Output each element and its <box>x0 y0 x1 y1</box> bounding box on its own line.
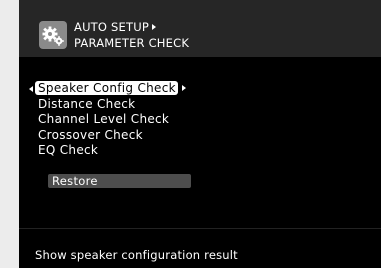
header-title-text: AUTO SETUP <box>74 20 149 34</box>
parameter-check-menu: Speaker Config Check Distance Check Chan… <box>29 81 186 159</box>
restore-button[interactable]: Restore <box>48 174 191 188</box>
menu-item-label: Distance Check <box>38 96 136 111</box>
menu-item-label: EQ Check <box>38 143 99 157</box>
menu-item-label: Crossover Check <box>38 127 143 142</box>
header-subtitle: PARAMETER CHECK <box>74 36 190 50</box>
osd-screen: AUTO SETUP PARAMETER CHECK Speaker Confi… <box>19 0 381 268</box>
menu-item-eq-check[interactable]: EQ Check <box>33 143 186 159</box>
cursor-right-arrow-icon <box>181 85 186 91</box>
status-guide-text: Show speaker configuration result <box>35 248 238 262</box>
breadcrumb-arrow-icon <box>151 24 156 30</box>
menu-item-label: Speaker Config Check <box>35 81 178 95</box>
menu-item-distance-check[interactable]: Distance Check <box>33 97 186 113</box>
menu-item-label: Channel Level Check <box>38 112 170 126</box>
cursor-left-arrow-icon <box>29 86 33 92</box>
menu-item-speaker-config-check[interactable]: Speaker Config Check <box>29 81 186 97</box>
menu-item-crossover-check[interactable]: Crossover Check <box>33 128 186 144</box>
divider <box>19 228 381 229</box>
gear-icon <box>39 21 67 49</box>
menu-item-channel-level-check[interactable]: Channel Level Check <box>33 112 186 128</box>
header-title: AUTO SETUP <box>74 20 156 34</box>
header-bar: AUTO SETUP PARAMETER CHECK <box>19 0 381 57</box>
